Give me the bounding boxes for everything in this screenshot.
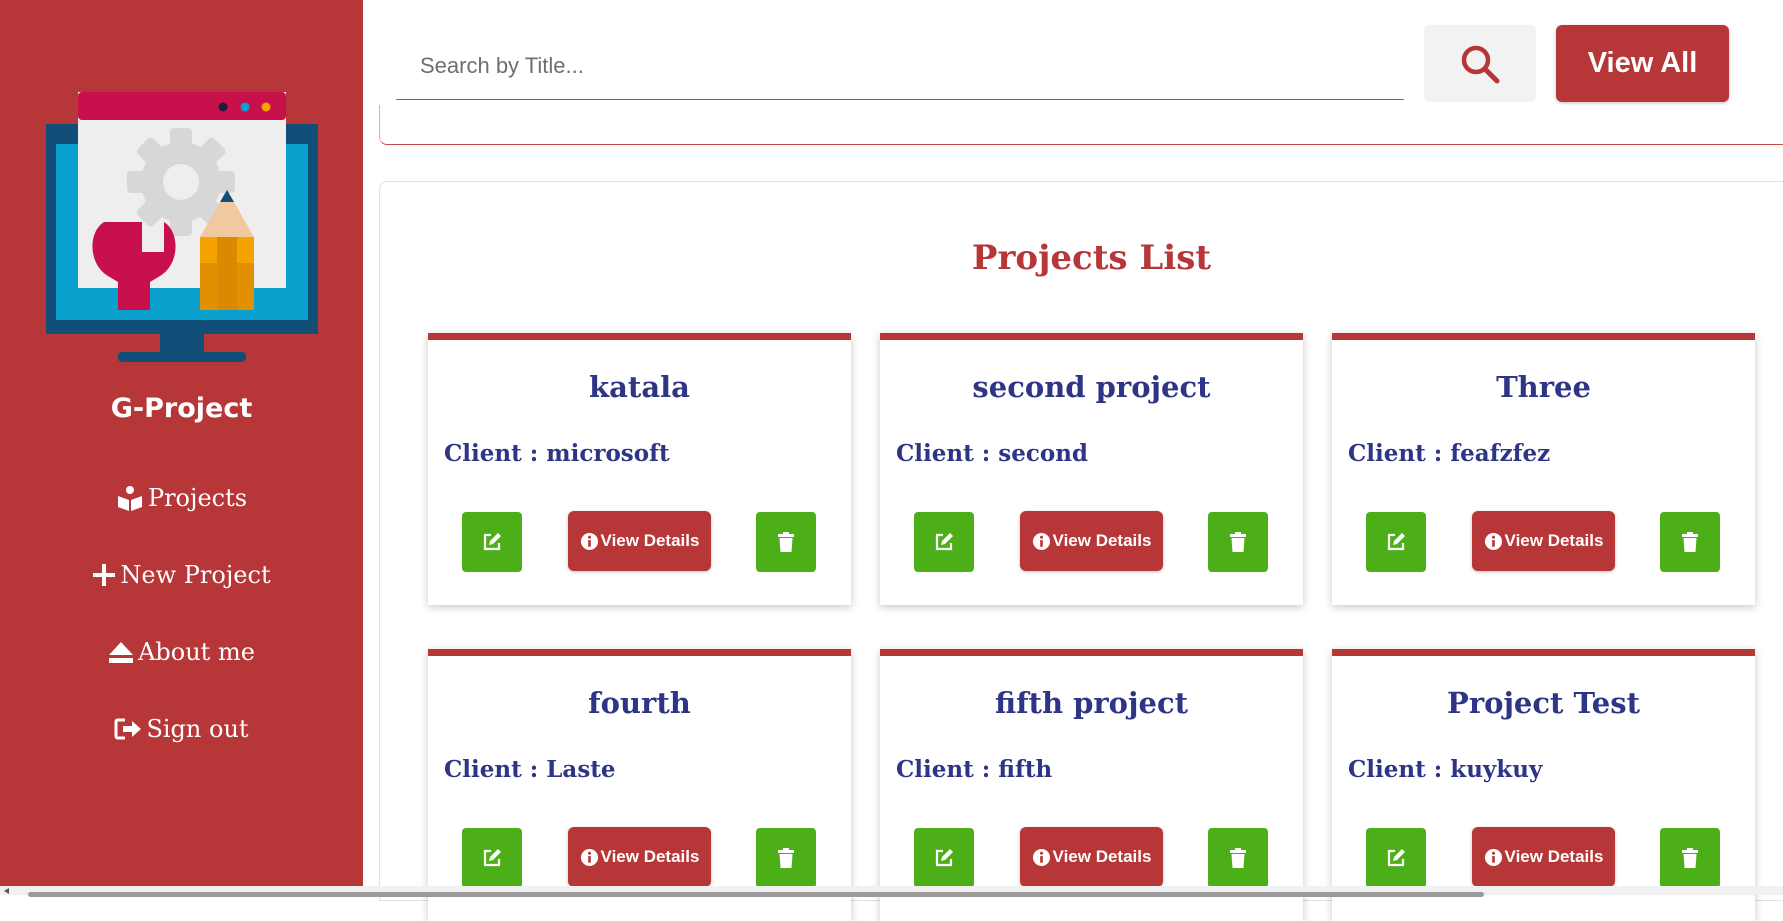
info-circle-icon [580, 848, 598, 866]
project-title: Project Test [1447, 686, 1640, 720]
edit-icon [1387, 533, 1405, 551]
project-client: Client : kuykuy [1348, 756, 1543, 783]
info-circle-icon [1032, 532, 1050, 550]
sidebar-item-label: Projects [147, 484, 248, 512]
info-circle-icon [1484, 532, 1502, 550]
view-details-label: View Details [1504, 847, 1604, 866]
project-client: Client : feafzfez [1348, 440, 1551, 467]
view-details-button[interactable]: View Details [568, 827, 711, 887]
delete-button[interactable] [1660, 828, 1720, 888]
header-divider [379, 105, 1783, 145]
sidebar: G-Project Projects New Project About me … [0, 0, 363, 886]
brand-title: G-Project [110, 393, 253, 424]
sidebar-item-about-me[interactable]: About me [0, 638, 363, 666]
sign-out-icon [114, 718, 142, 740]
view-all-button[interactable]: View All [1556, 25, 1729, 102]
info-circle-icon [1032, 848, 1050, 866]
project-title: fourth [588, 686, 691, 720]
edit-button[interactable] [914, 512, 974, 572]
search-button[interactable] [1424, 25, 1536, 102]
project-title: fifth project [994, 686, 1189, 720]
edit-icon [483, 533, 501, 551]
eject-icon [109, 642, 134, 663]
sidebar-item-sign-out[interactable]: Sign out [0, 715, 363, 743]
edit-icon [935, 533, 953, 551]
search-input[interactable] [396, 32, 1404, 100]
project-card: fifth project Client : fifth View Detail… [880, 649, 1303, 921]
delete-button[interactable] [756, 512, 816, 572]
view-details-button[interactable]: View Details [1472, 511, 1615, 571]
trash-icon [778, 848, 794, 868]
view-details-label: View Details [1052, 847, 1152, 866]
info-circle-icon [580, 532, 598, 550]
project-client: Client : microsoft [444, 440, 670, 467]
edit-button[interactable] [462, 828, 522, 888]
view-details-label: View Details [1052, 531, 1152, 550]
project-client: Client : fifth [896, 756, 1053, 783]
delete-button[interactable] [1208, 828, 1268, 888]
project-title: Three [1496, 370, 1591, 404]
sidebar-item-label: About me [138, 638, 255, 666]
project-title: second project [972, 370, 1211, 404]
trash-icon [778, 532, 794, 552]
edit-icon [483, 849, 501, 867]
view-details-label: View Details [1504, 531, 1604, 550]
trash-icon [1230, 532, 1246, 552]
edit-icon [1387, 849, 1405, 867]
trash-icon [1682, 848, 1698, 868]
search-icon [1461, 45, 1500, 83]
page-title: Projects List [971, 238, 1212, 278]
project-client: Client : Laste [444, 756, 616, 783]
project-card: second project Client : second View Deta… [880, 333, 1303, 605]
delete-button[interactable] [1660, 512, 1720, 572]
sidebar-item-label: New Project [120, 561, 271, 589]
view-details-button[interactable]: View Details [1020, 827, 1163, 887]
sidebar-item-projects[interactable]: Projects [0, 484, 363, 512]
project-card: fourth Client : Laste View Details [428, 649, 851, 921]
info-circle-icon [1484, 848, 1502, 866]
plus-icon [93, 564, 116, 586]
project-client: Client : second [896, 440, 1088, 467]
sidebar-item-label: Sign out [146, 715, 249, 743]
view-details-button[interactable]: View Details [1472, 827, 1615, 887]
scroll-left-arrow-icon[interactable] [4, 888, 9, 894]
project-card: katala Client : microsoft View Details [428, 333, 851, 605]
project-title: katala [589, 370, 690, 404]
edit-button[interactable] [1366, 512, 1426, 572]
view-details-label: View Details [600, 847, 700, 866]
edit-button[interactable] [462, 512, 522, 572]
delete-button[interactable] [756, 828, 816, 888]
app-logo-icon [46, 92, 318, 362]
edit-icon [935, 849, 953, 867]
trash-icon [1682, 532, 1698, 552]
view-details-button[interactable]: View Details [568, 511, 711, 571]
edit-button[interactable] [914, 828, 974, 888]
delete-button[interactable] [1208, 512, 1268, 572]
box-open-icon [117, 486, 142, 511]
project-card: Three Client : feafzfez View Details [1332, 333, 1755, 605]
project-card: Project Test Client : kuykuy View Detail… [1332, 649, 1755, 921]
edit-button[interactable] [1366, 828, 1426, 888]
view-details-button[interactable]: View Details [1020, 511, 1163, 571]
sidebar-item-new-project[interactable]: New Project [0, 561, 363, 589]
trash-icon [1230, 848, 1246, 868]
view-details-label: View Details [600, 531, 700, 550]
